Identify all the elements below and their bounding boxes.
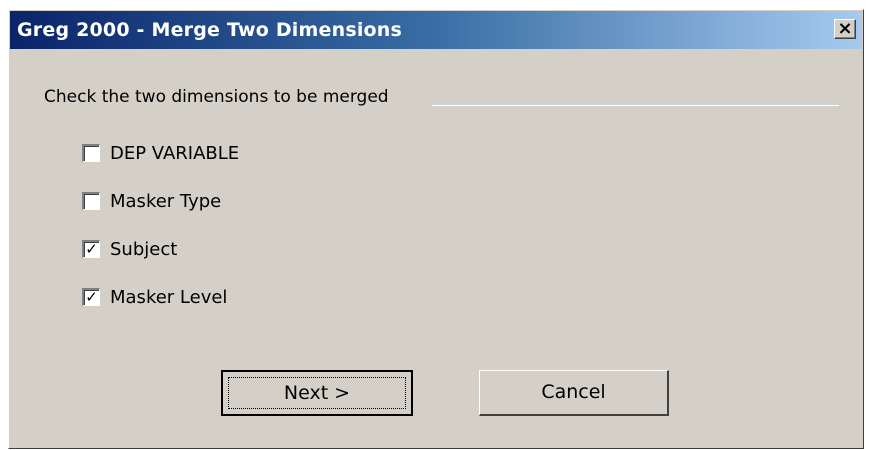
- checkbox-masker-type[interactable]: Masker Type: [82, 189, 221, 213]
- checkbox-subject[interactable]: ✓ Subject: [82, 237, 177, 261]
- checkbox-box[interactable]: [82, 144, 100, 162]
- checkbox-box[interactable]: [82, 192, 100, 210]
- checkbox-masker-level[interactable]: ✓ Masker Level: [82, 285, 227, 309]
- close-button[interactable]: ×: [834, 19, 856, 39]
- title-bar[interactable]: Greg 2000 - Merge Two Dimensions ×: [10, 11, 862, 49]
- checkbox-box[interactable]: ✓: [82, 288, 100, 306]
- window-title: Greg 2000 - Merge Two Dimensions: [17, 19, 403, 41]
- focus-rectangle: [228, 377, 406, 409]
- checkbox-label: DEP VARIABLE: [110, 142, 240, 164]
- close-icon: ×: [837, 18, 853, 39]
- group-label: Check the two dimensions to be merged: [44, 87, 389, 107]
- checkbox-label: Masker Type: [110, 190, 222, 212]
- checkbox-box[interactable]: ✓: [82, 240, 100, 258]
- group-divider: [432, 104, 839, 106]
- checkbox-dep-variable[interactable]: DEP VARIABLE: [82, 141, 239, 165]
- cancel-button-label: Cancel: [541, 381, 606, 403]
- checkbox-label: Subject: [110, 238, 178, 260]
- merge-dimensions-dialog: Greg 2000 - Merge Two Dimensions × Check…: [8, 9, 864, 449]
- cancel-button[interactable]: Cancel: [479, 370, 669, 416]
- next-button[interactable]: Next >: [221, 370, 413, 416]
- checkbox-label: Masker Level: [110, 286, 228, 308]
